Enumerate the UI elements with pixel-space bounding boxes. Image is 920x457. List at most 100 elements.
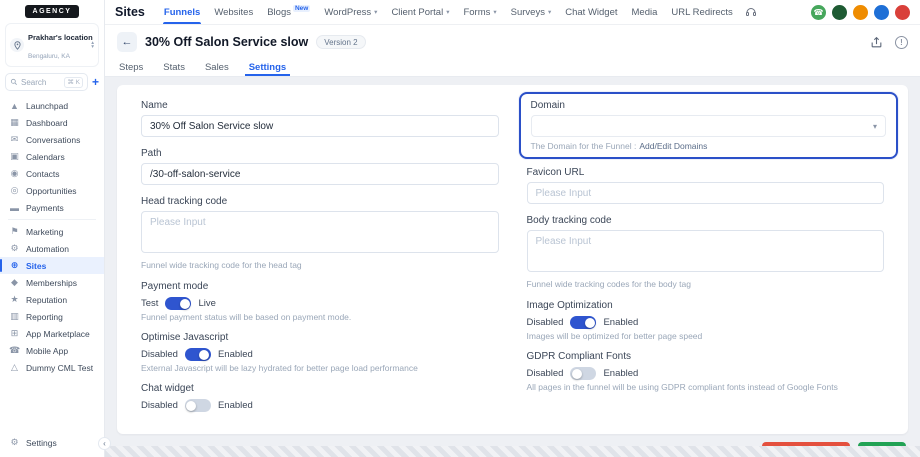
domain-label: Domain [531, 100, 887, 111]
sidebar-item-calendars[interactable]: ▣Calendars [0, 148, 104, 165]
sidebar-item-automation[interactable]: ⚙Automation [0, 240, 104, 257]
sidebar-divider [8, 219, 96, 220]
sidebar-item-dashboard[interactable]: ▦Dashboard [0, 114, 104, 131]
avatar[interactable] [895, 5, 910, 20]
toggle-knob [186, 401, 196, 411]
sidebar-item-sites[interactable]: ⊕ Sites [0, 257, 104, 274]
sidebar-item-conversations[interactable]: ✉ Conversations [0, 131, 104, 148]
sidebar-item-opportunities[interactable]: ◎Opportunities [0, 182, 104, 199]
tab-client-portal[interactable]: Client Portal▾ [384, 0, 456, 24]
sidebar-item-label: Opportunities [26, 186, 77, 196]
chat-widget-toggle[interactable] [185, 399, 211, 412]
toggle-knob [199, 350, 209, 360]
search-input[interactable]: Search ⌘ K [5, 73, 88, 91]
tab-sales[interactable]: Sales [195, 58, 239, 76]
sidebar-item-label: Sites [26, 261, 46, 271]
back-button[interactable]: ← [117, 32, 137, 52]
tab-url-redirects[interactable]: URL Redirects [664, 0, 739, 24]
gdpr-fonts-label: GDPR Compliant Fonts [527, 351, 885, 362]
head-tracking-label: Head tracking code [141, 196, 499, 207]
tab-stats[interactable]: Stats [153, 58, 195, 76]
sidebar-item-marketing[interactable]: ⚑Marketing [0, 223, 104, 240]
head-tracking-textarea[interactable] [141, 211, 499, 253]
version-badge: Version 2 [316, 35, 365, 49]
memberships-icon: ◆ [9, 277, 20, 288]
toggle-on-label: Enabled [603, 317, 638, 328]
location-chevrons-icon: ▴▾ [91, 41, 94, 49]
test-icon: △ [9, 362, 20, 373]
add-edit-domains-link[interactable]: Add/Edit Domains [639, 141, 707, 151]
quick-add-icon[interactable]: + [92, 76, 99, 88]
toggle-knob [585, 318, 595, 328]
marketplace-icon: ⊞ [9, 328, 20, 339]
sidebar-item-memberships[interactable]: ◆Memberships [0, 274, 104, 291]
sidebar-item-launchpad[interactable]: ▲Launchpad [0, 97, 104, 114]
phone-icon[interactable]: ☎ [811, 5, 826, 20]
share-icon[interactable] [870, 36, 883, 49]
sidebar-item-label: App Marketplace [26, 329, 90, 339]
tab-funnels[interactable]: Funnels [157, 0, 207, 24]
sidebar-item-reputation[interactable]: ★Reputation [0, 291, 104, 308]
search-icon [10, 78, 18, 86]
marketing-icon: ⚑ [9, 226, 20, 237]
tab-wordpress[interactable]: WordPress▾ [317, 0, 384, 24]
location-switcher[interactable]: Prakhar's location Bengaluru, KA ▴▾ [5, 23, 99, 67]
support-headset-icon[interactable] [744, 5, 759, 20]
tab-settings[interactable]: Settings [239, 58, 296, 76]
sidebar-item-payments[interactable]: ▬Payments [0, 199, 104, 216]
sidebar-item-label: Contacts [26, 169, 60, 179]
sidebar-item-reporting[interactable]: ▥Reporting [0, 308, 104, 325]
sidebar-item-label: Conversations [26, 135, 80, 145]
avatar[interactable] [853, 5, 868, 20]
tab-blogs[interactable]: BlogsNew [260, 0, 317, 24]
sidebar-item-app-marketplace[interactable]: ⊞ App Marketplace [0, 325, 104, 342]
image-optimization-label: Image Optimization [527, 300, 885, 311]
toggle-off-label: Disabled [141, 400, 178, 411]
contacts-icon: ◉ [9, 168, 20, 179]
tab-forms[interactable]: Forms▾ [456, 0, 503, 24]
header-avatars: ☎ [811, 5, 910, 20]
funnel-path-input[interactable] [141, 163, 499, 185]
location-pin-icon [10, 38, 24, 52]
chevron-down-icon: ▾ [493, 8, 496, 16]
settings-card: Name Path Head tracking code Funnel wide… [117, 85, 908, 434]
toggle-off-label: Disabled [141, 349, 178, 360]
toggle-knob [180, 299, 190, 309]
search-shortcut: ⌘ K [64, 77, 83, 88]
domain-select[interactable]: ▾ [531, 115, 887, 137]
sidebar-item-label: Dummy CML Test [26, 363, 93, 373]
sidebar-item-mobile-app[interactable]: ☎Mobile App [0, 342, 104, 359]
optimise-javascript-toggle[interactable] [185, 348, 211, 361]
sidebar-item-settings[interactable]: ⚙Settings [0, 434, 104, 451]
sidebar-item-label: Mobile App [26, 346, 68, 356]
tab-media[interactable]: Media [625, 0, 665, 24]
gdpr-fonts-toggle[interactable] [570, 367, 596, 380]
sidebar-item-label: Launchpad [26, 101, 68, 111]
sidebar-item-dummy-cml-test[interactable]: △ Dummy CML Test [0, 359, 104, 376]
sidebar-item-contacts[interactable]: ◉ Contacts [0, 165, 104, 182]
tab-websites[interactable]: Websites [207, 0, 260, 24]
sidebar-item-label: Payments [26, 203, 64, 213]
dashboard-icon: ▦ [9, 117, 20, 128]
conversations-icon: ✉ [9, 134, 20, 145]
settings-content: Name Path Head tracking code Funnel wide… [105, 77, 920, 457]
tab-surveys[interactable]: Surveys▾ [504, 0, 559, 24]
toggle-off-label: Disabled [527, 368, 564, 379]
image-optimization-toggle[interactable] [570, 316, 596, 329]
sidebar-collapse-button[interactable]: ‹ [98, 437, 111, 450]
payment-mode-toggle[interactable] [165, 297, 191, 310]
optimise-javascript-helper: External Javascript will be lazy hydrate… [141, 363, 499, 373]
tab-chat-widget[interactable]: Chat Widget [558, 0, 624, 24]
path-label: Path [141, 148, 499, 159]
top-header: Sites Funnels Websites BlogsNew WordPres… [105, 0, 920, 25]
avatar[interactable] [832, 5, 847, 20]
funnel-name-input[interactable] [141, 115, 499, 137]
search-placeholder: Search [21, 78, 46, 87]
avatar[interactable] [874, 5, 889, 20]
favicon-url-input[interactable] [527, 182, 885, 204]
sites-icon: ⊕ [9, 260, 20, 271]
name-label: Name [141, 100, 499, 111]
body-tracking-textarea[interactable] [527, 230, 885, 272]
tab-steps[interactable]: Steps [117, 58, 153, 76]
alert-icon[interactable]: ! [895, 36, 908, 49]
